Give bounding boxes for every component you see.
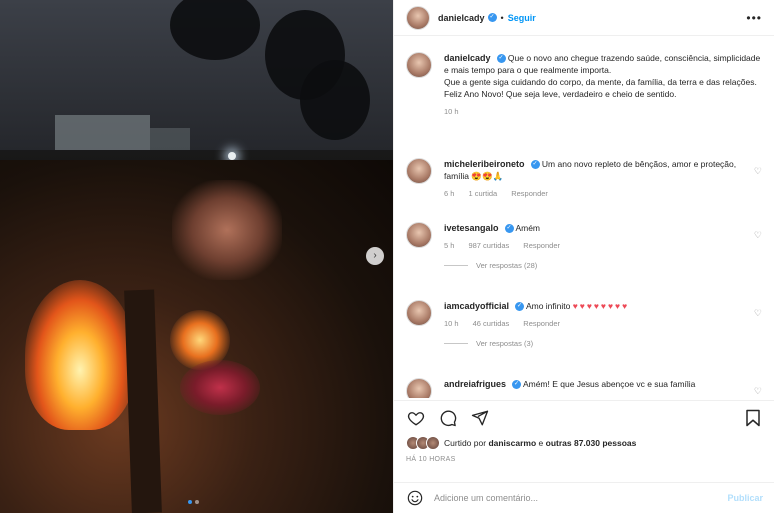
- comments-list[interactable]: danielcady ✓ Que o novo ano chegue trazen…: [394, 46, 774, 398]
- comment-time: 10 h: [444, 319, 459, 328]
- divider-line: [444, 343, 468, 344]
- palm-tree: [300, 60, 370, 140]
- bonfire: [25, 280, 135, 430]
- caption-time: 10 h: [444, 107, 459, 116]
- like-comment-icon[interactable]: ♡: [754, 166, 762, 177]
- avatar[interactable]: [406, 5, 430, 30]
- liked-by-user[interactable]: daniscarmo: [488, 438, 536, 448]
- view-replies-label: Ver respostas (28): [476, 261, 538, 270]
- embers: [180, 360, 260, 415]
- avatar[interactable]: [406, 222, 432, 248]
- comment-likes[interactable]: 1 curtida: [468, 188, 497, 200]
- post-timestamp: HÁ 10 HORAS: [406, 456, 456, 463]
- verified-icon: ✓: [487, 13, 497, 22]
- like-comment-icon[interactable]: ♡: [754, 230, 762, 241]
- carousel-dot: [188, 500, 192, 504]
- caption-username[interactable]: danielcady: [444, 53, 491, 63]
- comment-text: Amo infinito: [525, 301, 571, 311]
- verified-icon: ✓: [496, 54, 506, 64]
- verified-icon: ✓: [515, 302, 525, 312]
- bookmark-icon[interactable]: [743, 408, 763, 428]
- verified-icon: ✓: [504, 224, 514, 234]
- beach-house: [55, 115, 150, 150]
- comment-time: 5 h: [444, 241, 455, 250]
- liked-by-others[interactable]: outras 87.030 pessoas: [546, 438, 637, 448]
- view-replies-label: Ver respostas (3): [476, 339, 534, 348]
- view-replies-button[interactable]: Ver respostas (3): [444, 339, 766, 348]
- separator-dot: •: [500, 12, 504, 23]
- share-icon[interactable]: [470, 408, 490, 428]
- post-header: danielcady ✓ • Seguir •••: [394, 0, 774, 36]
- reply-button[interactable]: Responder: [523, 318, 560, 330]
- comment-likes[interactable]: 46 curtidas: [473, 318, 510, 330]
- comment-text: Amém! E que Jesus abençoe vc e sua famíl…: [522, 379, 696, 389]
- comment-input[interactable]: [434, 493, 714, 503]
- divider-line: [444, 265, 468, 266]
- header-username[interactable]: danielcady: [438, 13, 485, 23]
- comment-item: ivetesangalo ✓ Amém 5 h 987 curtidas Resp…: [406, 222, 766, 270]
- caption-line: Que a gente siga cuidando do corpo, da m…: [444, 77, 757, 87]
- comment-item: micheleribeironeto ✓ Um ano novo repleto …: [406, 158, 766, 200]
- caption-line: Que o novo ano chegue trazendo saúde, co…: [444, 53, 761, 75]
- comment-username[interactable]: iamcadyofficial: [444, 301, 509, 311]
- more-options-icon[interactable]: •••: [746, 11, 762, 25]
- view-replies-button[interactable]: Ver respostas (28): [444, 261, 766, 270]
- reply-button[interactable]: Responder: [511, 188, 548, 200]
- comment-item: iamcadyofficial ✓ Amo infinito ♥♥♥♥♥♥♥♥ 1…: [406, 300, 766, 348]
- reply-button[interactable]: Responder: [523, 240, 560, 252]
- emoji-icon[interactable]: [406, 489, 424, 507]
- next-photo-button[interactable]: ›: [366, 247, 384, 265]
- comment-composer: Publicar: [394, 482, 774, 513]
- comment-emoji: 😍😍🙏: [471, 171, 504, 181]
- post-panel: danielcady ✓ • Seguir ••• danielcady ✓ Qu…: [393, 0, 774, 513]
- beach-house: [150, 128, 190, 150]
- comment-likes[interactable]: 987 curtidas: [468, 240, 509, 252]
- comment-username[interactable]: andreiafrigues: [444, 379, 506, 389]
- post-comment-button[interactable]: Publicar: [727, 493, 763, 503]
- comment-text: Amém: [515, 223, 540, 233]
- comment-time: 6 h: [444, 189, 455, 198]
- liker-avatar: [426, 436, 440, 450]
- like-icon[interactable]: [406, 408, 426, 428]
- heart-emojis: ♥♥♥♥♥♥♥♥: [572, 301, 630, 311]
- liked-by-prefix: Curtido por: [444, 438, 487, 448]
- action-bar: [394, 400, 774, 434]
- like-comment-icon[interactable]: ♡: [754, 308, 762, 319]
- post-photo[interactable]: ›: [0, 0, 393, 513]
- verified-icon: ✓: [512, 380, 522, 390]
- distant-light: [228, 152, 236, 160]
- comment-item: andreiafrigues ✓ Amém! E que Jesus abenço…: [406, 378, 766, 398]
- carousel-dot: [195, 500, 199, 504]
- comment-username[interactable]: micheleribeironeto: [444, 159, 525, 169]
- carousel-indicator: [188, 500, 199, 504]
- likes-summary[interactable]: Curtido por daniscarmo e outras 87.030 p…: [406, 436, 636, 450]
- family-group: [172, 180, 282, 280]
- like-comment-icon[interactable]: ♡: [754, 386, 762, 397]
- caption: danielcady ✓ Que o novo ano chegue trazen…: [406, 52, 766, 118]
- avatar[interactable]: [406, 158, 432, 184]
- avatar[interactable]: [406, 52, 432, 78]
- caption-line: Feliz Ano Novo! Que seja leve, verdadeir…: [444, 89, 677, 99]
- avatar[interactable]: [406, 378, 432, 398]
- comment-username[interactable]: ivetesangalo: [444, 223, 499, 233]
- comment-icon[interactable]: [438, 408, 458, 428]
- follow-button[interactable]: Seguir: [508, 13, 536, 23]
- avatar[interactable]: [406, 300, 432, 326]
- liked-by-suffix: e: [538, 438, 544, 448]
- verified-icon: ✓: [530, 160, 540, 170]
